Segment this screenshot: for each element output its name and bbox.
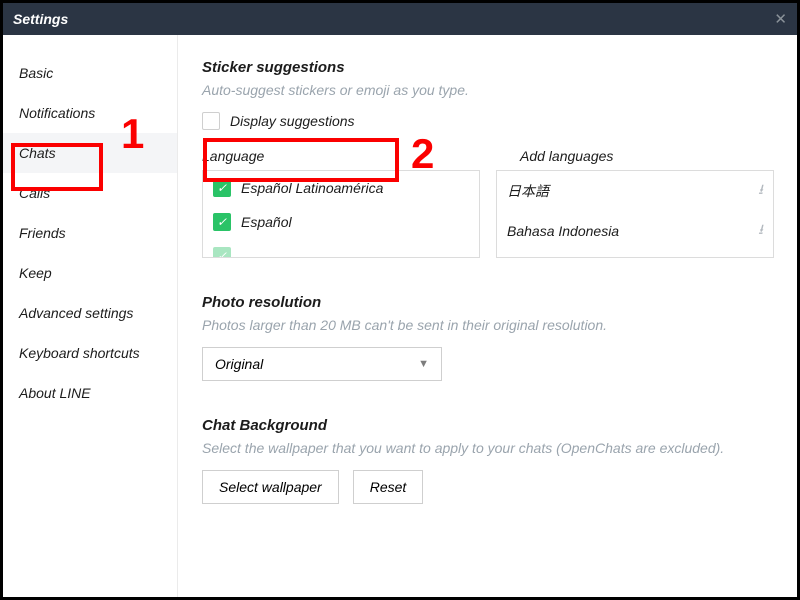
list-item[interactable]: 日本語 ⭳ bbox=[497, 171, 773, 211]
close-icon[interactable]: ✕ bbox=[774, 10, 787, 28]
window-body: Basic Notifications Chats Calls Friends … bbox=[3, 35, 797, 597]
section-title: Photo resolution bbox=[202, 294, 775, 311]
sidebar-item-notifications[interactable]: Notifications bbox=[3, 93, 177, 133]
list-item[interactable]: ✓ Español Latinoamérica bbox=[203, 171, 479, 205]
window-title: Settings bbox=[13, 11, 68, 27]
language-checkbox[interactable]: ✓ bbox=[213, 179, 231, 197]
language-lists: ✓ Español Latinoamérica ✓ Español ✓ bbox=[202, 170, 775, 258]
section-description: Select the wallpaper that you want to ap… bbox=[202, 440, 775, 456]
sidebar-item-label: Advanced settings bbox=[19, 305, 133, 321]
download-icon[interactable]: ⭳ bbox=[758, 179, 763, 203]
sidebar-item-label: Keep bbox=[19, 265, 52, 281]
sidebar-item-keep[interactable]: Keep bbox=[3, 253, 177, 293]
language-checkbox[interactable]: ✓ bbox=[213, 247, 231, 258]
titlebar: Settings ✕ bbox=[3, 3, 797, 35]
language-column-head: Language bbox=[202, 148, 480, 164]
content-pane: Sticker suggestions Auto-suggest sticker… bbox=[178, 35, 797, 597]
section-title: Sticker suggestions bbox=[202, 59, 775, 76]
sidebar-item-friends[interactable]: Friends bbox=[3, 213, 177, 253]
select-wallpaper-button[interactable]: Select wallpaper bbox=[202, 470, 339, 504]
settings-window: Settings ✕ Basic Notifications Chats Cal… bbox=[0, 0, 800, 600]
display-suggestions-row: Display suggestions bbox=[202, 112, 775, 130]
language-label: Español Latinoamérica bbox=[241, 180, 383, 196]
sidebar-item-chats[interactable]: Chats bbox=[3, 133, 177, 173]
enabled-languages-list[interactable]: ✓ Español Latinoamérica ✓ Español ✓ bbox=[202, 170, 480, 258]
sidebar-item-calls[interactable]: Calls bbox=[3, 173, 177, 213]
sidebar-item-label: Calls bbox=[19, 185, 50, 201]
section-title: Chat Background bbox=[202, 417, 775, 434]
display-suggestions-label: Display suggestions bbox=[230, 113, 355, 129]
sidebar-item-advanced[interactable]: Advanced settings bbox=[3, 293, 177, 333]
sidebar-item-label: Friends bbox=[19, 225, 66, 241]
display-suggestions-checkbox[interactable] bbox=[202, 112, 220, 130]
reset-button[interactable]: Reset bbox=[353, 470, 424, 504]
language-label: 日本語 bbox=[507, 181, 549, 201]
sidebar-item-label: Notifications bbox=[19, 105, 95, 121]
select-value: Original bbox=[215, 356, 263, 372]
list-item[interactable]: ✓ Español bbox=[203, 205, 479, 239]
sidebar: Basic Notifications Chats Calls Friends … bbox=[3, 35, 178, 597]
chevron-down-icon: ▼ bbox=[418, 358, 429, 370]
sidebar-item-about[interactable]: About LINE bbox=[3, 373, 177, 413]
language-label: Español bbox=[241, 214, 292, 230]
sidebar-item-label: Chats bbox=[19, 145, 56, 161]
background-buttons: Select wallpaper Reset bbox=[202, 470, 775, 504]
list-item[interactable]: ✓ bbox=[203, 239, 479, 258]
language-label: Bahasa Indonesia bbox=[507, 223, 619, 239]
list-item[interactable]: Bahasa Indonesia ⭳ bbox=[497, 211, 773, 251]
language-checkbox[interactable]: ✓ bbox=[213, 213, 231, 231]
available-languages-list[interactable]: 日本語 ⭳ Bahasa Indonesia ⭳ bbox=[496, 170, 774, 258]
sidebar-item-label: Basic bbox=[19, 65, 53, 81]
chat-background-section: Chat Background Select the wallpaper tha… bbox=[202, 417, 775, 504]
section-description: Auto-suggest stickers or emoji as you ty… bbox=[202, 82, 775, 98]
photo-resolution-select[interactable]: Original ▼ bbox=[202, 347, 442, 381]
photo-resolution-section: Photo resolution Photos larger than 20 M… bbox=[202, 294, 775, 381]
language-headers: Language Add languages bbox=[202, 148, 775, 164]
download-icon[interactable]: ⭳ bbox=[758, 219, 763, 243]
add-languages-column-head: Add languages bbox=[520, 148, 613, 164]
sticker-suggestions-section: Sticker suggestions Auto-suggest sticker… bbox=[202, 59, 775, 258]
section-description: Photos larger than 20 MB can't be sent i… bbox=[202, 317, 775, 333]
sidebar-item-label: Keyboard shortcuts bbox=[19, 345, 140, 361]
sidebar-item-shortcuts[interactable]: Keyboard shortcuts bbox=[3, 333, 177, 373]
sidebar-item-basic[interactable]: Basic bbox=[3, 53, 177, 93]
sidebar-item-label: About LINE bbox=[19, 385, 91, 401]
